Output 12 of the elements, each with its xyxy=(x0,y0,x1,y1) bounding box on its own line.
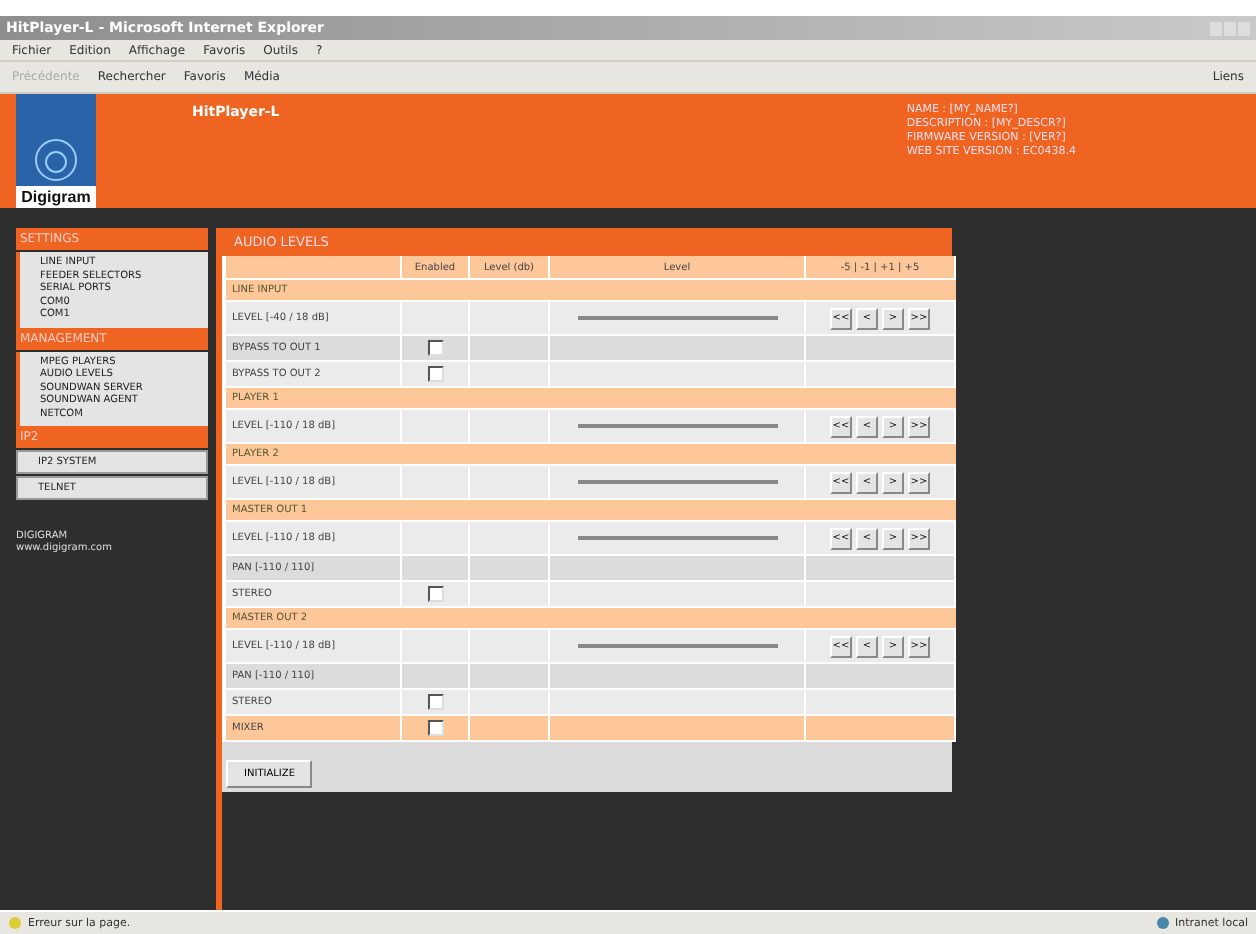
table-cell xyxy=(402,410,470,444)
table-cell xyxy=(470,556,550,582)
table-cell xyxy=(402,630,470,664)
checkbox[interactable] xyxy=(427,720,443,736)
logo-text: Digigram xyxy=(16,186,96,208)
checkbox[interactable] xyxy=(427,586,443,602)
table-cell xyxy=(402,522,470,556)
table-cell xyxy=(402,466,470,500)
checkbox[interactable] xyxy=(427,694,443,710)
checkbox[interactable] xyxy=(427,340,443,356)
checkbox[interactable] xyxy=(427,366,443,382)
table-cell xyxy=(470,664,550,690)
